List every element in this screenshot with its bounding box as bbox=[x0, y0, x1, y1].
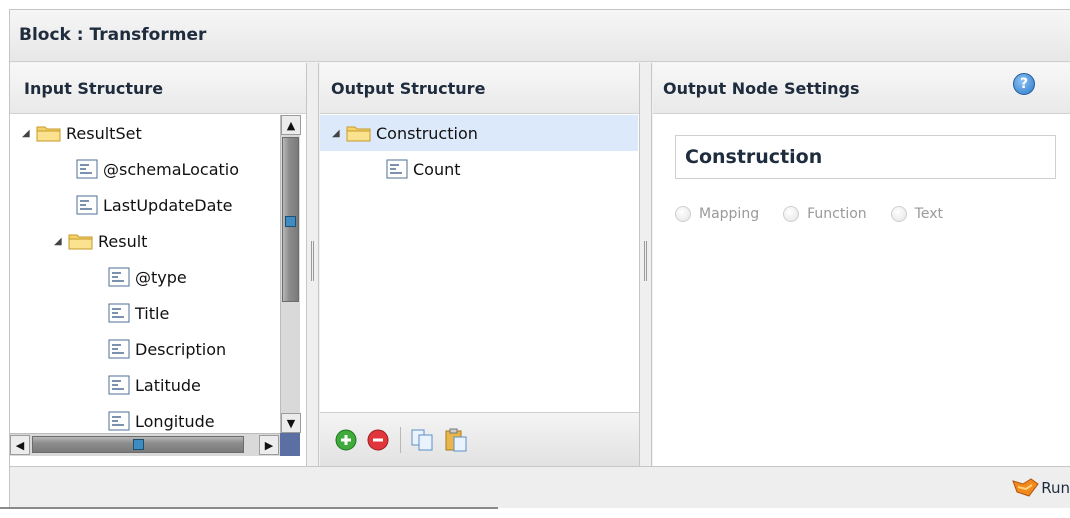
tree-node-label: Count bbox=[413, 159, 461, 179]
field-icon bbox=[108, 375, 130, 395]
thumb-grip-icon bbox=[285, 216, 296, 227]
copy-icon[interactable] bbox=[410, 428, 434, 452]
field-icon bbox=[76, 195, 98, 215]
tree-node-label: LastUpdateDate bbox=[103, 195, 233, 215]
radio-label: Function bbox=[807, 206, 867, 222]
radio-dot-icon bbox=[675, 206, 691, 222]
input-structure-panel: Input Structure ◢ ResultSet @schemaLocat… bbox=[10, 63, 307, 466]
folder-icon bbox=[36, 126, 61, 142]
expanded-arrow-icon[interactable]: ◢ bbox=[332, 128, 346, 139]
field-icon bbox=[76, 159, 98, 179]
output-toolbar bbox=[320, 412, 639, 466]
splitter-grip-icon bbox=[644, 241, 647, 281]
tree-node-label: Construction bbox=[376, 123, 478, 143]
field-icon bbox=[108, 303, 130, 323]
thumb-grip-icon bbox=[133, 439, 144, 450]
folder-icon bbox=[68, 234, 93, 250]
tree-node-label: Latitude bbox=[135, 375, 201, 395]
field-icon bbox=[108, 339, 130, 359]
add-icon[interactable] bbox=[334, 428, 358, 452]
expanded-arrow-icon[interactable]: ◢ bbox=[54, 236, 68, 247]
input-tree: ◢ ResultSet @schemaLocatio LastUpdateDat… bbox=[10, 115, 280, 433]
tree-node-longitude[interactable]: Longitude bbox=[108, 403, 215, 433]
tree-node-label: @type bbox=[135, 267, 187, 287]
radio-dot-icon bbox=[783, 206, 800, 222]
window-title: Block : Transformer bbox=[19, 25, 207, 45]
tree-node-description[interactable]: Description bbox=[108, 331, 226, 367]
node-name-field[interactable]: Construction bbox=[675, 135, 1056, 179]
run-label: Run bbox=[1041, 479, 1070, 497]
splitter-grip-icon bbox=[311, 241, 314, 281]
tree-node-resultset[interactable]: ◢ ResultSet bbox=[22, 115, 142, 151]
output-structure-title: Output Structure bbox=[331, 79, 486, 98]
left-splitter[interactable] bbox=[307, 63, 319, 466]
input-horizontal-scrollbar[interactable]: ◀ ▶ bbox=[10, 433, 280, 456]
settings-header: Output Node Settings ? bbox=[653, 63, 1070, 114]
tree-node-type[interactable]: @type bbox=[108, 259, 187, 295]
radio-dot-icon bbox=[890, 206, 907, 222]
window-titlebar: Block : Transformer bbox=[10, 10, 1070, 62]
tree-node-label: Result bbox=[98, 231, 148, 251]
tree-node-label: Longitude bbox=[135, 411, 215, 431]
tree-node-count[interactable]: Count bbox=[386, 151, 461, 187]
tree-node-result[interactable]: ◢ Result bbox=[54, 223, 147, 259]
field-icon bbox=[108, 411, 130, 431]
tree-node-construction[interactable]: ◢ Construction bbox=[320, 115, 638, 151]
tree-node-label: Title bbox=[135, 303, 170, 323]
folder-icon bbox=[346, 126, 371, 142]
transformer-window: Block : Transformer Input Structure ◢ Re… bbox=[9, 9, 1070, 508]
tree-node-latitude[interactable]: Latitude bbox=[108, 367, 201, 403]
radio-text[interactable]: Text bbox=[890, 206, 943, 222]
radio-function[interactable]: Function bbox=[783, 206, 867, 222]
tree-node-label: @schemaLocatio bbox=[103, 159, 240, 179]
tree-node-label: Description bbox=[135, 339, 227, 359]
tree-node-label: ResultSet bbox=[66, 123, 142, 143]
page-bottom-rule bbox=[0, 507, 498, 509]
remove-icon[interactable] bbox=[366, 428, 390, 452]
scroll-down-arrow-icon[interactable]: ▼ bbox=[281, 413, 301, 433]
scroll-up-arrow-icon[interactable]: ▲ bbox=[281, 115, 301, 135]
horizontal-scroll-thumb[interactable] bbox=[32, 436, 244, 453]
tree-node-schemalocation[interactable]: @schemaLocatio bbox=[76, 151, 239, 187]
resize-corner-icon bbox=[280, 433, 300, 456]
radio-mapping[interactable]: Mapping bbox=[675, 206, 759, 222]
radio-label: Text bbox=[914, 206, 943, 222]
output-structure-panel: Output Structure ◢ Construction Count bbox=[320, 63, 640, 466]
paste-icon[interactable] bbox=[444, 428, 468, 452]
field-icon bbox=[108, 267, 130, 287]
output-structure-header: Output Structure bbox=[320, 63, 639, 114]
node-type-options: Mapping Function Text bbox=[675, 206, 967, 222]
output-tree: ◢ Construction Count bbox=[320, 115, 639, 411]
run-icon bbox=[1012, 478, 1039, 497]
output-node-settings-panel: Output Node Settings ? Construction Mapp… bbox=[653, 63, 1070, 466]
help-icon[interactable]: ? bbox=[1013, 73, 1035, 95]
tree-node-title[interactable]: Title bbox=[108, 295, 169, 331]
radio-label: Mapping bbox=[699, 206, 760, 222]
run-button[interactable]: Run bbox=[1011, 477, 1070, 499]
toolbar-separator bbox=[400, 427, 401, 453]
scroll-left-arrow-icon[interactable]: ◀ bbox=[10, 435, 30, 455]
expanded-arrow-icon[interactable]: ◢ bbox=[22, 128, 36, 139]
window-footer: Run bbox=[10, 466, 1070, 508]
right-splitter[interactable] bbox=[640, 63, 652, 466]
scroll-right-arrow-icon[interactable]: ▶ bbox=[259, 435, 279, 455]
field-icon bbox=[386, 159, 408, 179]
input-vertical-scrollbar[interactable]: ▲ ▼ bbox=[280, 115, 301, 433]
input-structure-header: Input Structure bbox=[10, 63, 306, 114]
vertical-scroll-thumb[interactable] bbox=[282, 137, 299, 302]
tree-node-lastupdatedate[interactable]: LastUpdateDate bbox=[76, 187, 233, 223]
input-structure-title: Input Structure bbox=[24, 79, 164, 98]
settings-title: Output Node Settings bbox=[663, 79, 860, 98]
